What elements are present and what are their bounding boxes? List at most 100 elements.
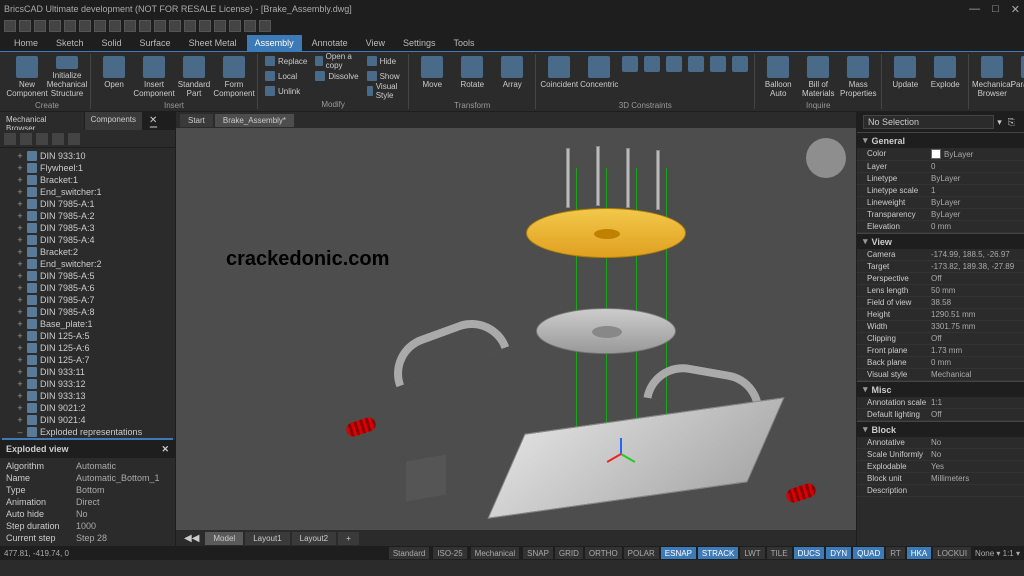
tree-item[interactable]: +End_switcher:1 bbox=[2, 186, 173, 198]
qat-button-11[interactable] bbox=[169, 20, 181, 32]
ribbon-open-a-copy-button[interactable]: Open a copy bbox=[312, 54, 361, 68]
ribbon-coincident-button[interactable]: Coincident bbox=[540, 54, 578, 100]
tree-item[interactable]: +Bracket:1 bbox=[2, 174, 173, 186]
ribbon-tab-sheet-metal[interactable]: Sheet Metal bbox=[181, 35, 245, 51]
layout-tab-model[interactable]: Model bbox=[205, 532, 243, 545]
status-mechanical[interactable]: Mechanical bbox=[471, 547, 519, 559]
toolbar-btn-2[interactable] bbox=[20, 133, 32, 145]
ribbon-tab-solid[interactable]: Solid bbox=[94, 35, 130, 51]
tree-item[interactable]: +DIN 7985-A:6 bbox=[2, 282, 173, 294]
axis-gizmo-icon[interactable] bbox=[606, 438, 636, 468]
selection-dropdown[interactable]: No Selection bbox=[863, 115, 994, 129]
close-icon[interactable]: ✕ bbox=[161, 444, 169, 455]
property-row[interactable]: Block unitMillimeters bbox=[857, 473, 1024, 485]
status-tail[interactable]: None ▾ 1:1 ▾ bbox=[975, 549, 1020, 558]
ribbon-bill-of-button[interactable]: Bill ofMaterials bbox=[799, 54, 837, 100]
property-row[interactable]: AlgorithmAutomatic bbox=[2, 460, 173, 472]
toggle-quad[interactable]: QUAD bbox=[853, 547, 884, 559]
toggle-grid[interactable]: GRID bbox=[555, 547, 583, 559]
ribbon-initialize-mechanical-button[interactable]: Initialize MechanicalStructure bbox=[48, 54, 86, 100]
qat-button-15[interactable] bbox=[229, 20, 241, 32]
toolbar-btn-3[interactable] bbox=[36, 133, 48, 145]
ribbon-standard-button[interactable]: StandardPart bbox=[175, 54, 213, 100]
qat-button-5[interactable] bbox=[79, 20, 91, 32]
property-row[interactable]: Elevation0 mm bbox=[857, 221, 1024, 233]
section-header[interactable]: ▾Block bbox=[857, 422, 1024, 437]
ribbon-tab-surface[interactable]: Surface bbox=[132, 35, 179, 51]
property-row[interactable]: ClippingOff bbox=[857, 333, 1024, 345]
qat-button-12[interactable] bbox=[184, 20, 196, 32]
close-button[interactable]: ✕ bbox=[1011, 3, 1020, 16]
property-row[interactable]: Target-173.82, 189.38, -27.89 bbox=[857, 261, 1024, 273]
tree-item[interactable]: +Bracket:2 bbox=[2, 246, 173, 258]
add-layout-button[interactable]: + bbox=[338, 532, 359, 545]
ribbon-mechanical-button[interactable]: MechanicalBrowser bbox=[973, 54, 1011, 100]
property-row[interactable]: Annotation scale1:1 bbox=[857, 397, 1024, 409]
qat-button-17[interactable] bbox=[259, 20, 271, 32]
property-row[interactable]: TransparencyByLayer bbox=[857, 209, 1024, 221]
ribbon-balloon-button[interactable]: BalloonAuto bbox=[759, 54, 797, 100]
ribbon-new-button[interactable]: NewComponent bbox=[8, 54, 46, 100]
qat-button-2[interactable] bbox=[34, 20, 46, 32]
status-standard[interactable]: Standard bbox=[389, 547, 429, 559]
property-row[interactable]: LinetypeByLayer bbox=[857, 173, 1024, 185]
start-tab[interactable]: Start bbox=[180, 114, 213, 127]
qat-button-3[interactable] bbox=[49, 20, 61, 32]
tree-item[interactable]: +DIN 933:13 bbox=[2, 390, 173, 402]
ribbon-rotate-button[interactable]: Rotate bbox=[453, 54, 491, 100]
tree-item[interactable]: +End_switcher:2 bbox=[2, 258, 173, 270]
toggle-ortho[interactable]: ORTHO bbox=[585, 547, 622, 559]
tree-item[interactable]: +DIN 9021:4 bbox=[2, 414, 173, 426]
ribbon-tab-view[interactable]: View bbox=[358, 35, 393, 51]
ribbon-concentric-button[interactable]: Concentric bbox=[580, 54, 618, 100]
property-row[interactable]: TypeBottom bbox=[2, 484, 173, 496]
toggle-hka[interactable]: HKA bbox=[907, 547, 931, 559]
ribbon-array-button[interactable]: Array bbox=[493, 54, 531, 100]
exploded-view-header[interactable]: Exploded view ✕ bbox=[0, 441, 175, 458]
property-row[interactable]: Visual styleMechanical bbox=[857, 369, 1024, 381]
qat-button-6[interactable] bbox=[94, 20, 106, 32]
toggle-dyn[interactable]: DYN bbox=[826, 547, 851, 559]
tree-item[interactable]: +Flywheel:1 bbox=[2, 162, 173, 174]
property-row[interactable]: NameAutomatic_Bottom_1 bbox=[2, 472, 173, 484]
property-row[interactable]: AnnotativeNo bbox=[857, 437, 1024, 449]
panel-close-icon[interactable]: ✕ ☰ bbox=[143, 112, 175, 130]
toggle-rt[interactable]: RT bbox=[886, 547, 905, 559]
property-row[interactable]: Current stepStep 28 bbox=[2, 532, 173, 544]
layout-tab-layout1[interactable]: Layout1 bbox=[245, 532, 289, 545]
property-row[interactable]: Back plane0 mm bbox=[857, 357, 1024, 369]
property-row[interactable]: Auto hideNo bbox=[2, 508, 173, 520]
property-row[interactable]: Lens length50 mm bbox=[857, 285, 1024, 297]
ribbon-local-button[interactable]: Local bbox=[262, 69, 310, 83]
qat-button-13[interactable] bbox=[199, 20, 211, 32]
tree-item[interactable]: +Base_plate:1 bbox=[2, 318, 173, 330]
qat-button-4[interactable] bbox=[64, 20, 76, 32]
property-row[interactable]: Layer0 bbox=[857, 161, 1024, 173]
qat-button-7[interactable] bbox=[109, 20, 121, 32]
section-header[interactable]: ▾View bbox=[857, 234, 1024, 249]
ribbon-replace-button[interactable]: Replace bbox=[262, 54, 310, 68]
qat-button-9[interactable] bbox=[139, 20, 151, 32]
constraint-button-4[interactable] bbox=[708, 54, 728, 100]
property-row[interactable]: Camera-174.99, 188.5, -26.97 bbox=[857, 249, 1024, 261]
property-row[interactable]: Height1290.51 mm bbox=[857, 309, 1024, 321]
drawing-canvas[interactable]: crackedonic.com bbox=[176, 128, 856, 530]
property-row[interactable]: Default lightingOff bbox=[857, 409, 1024, 421]
pin-icon[interactable]: ⎘ bbox=[1005, 117, 1018, 128]
property-row[interactable]: PerspectiveOff bbox=[857, 273, 1024, 285]
ribbon-unlink-button[interactable]: Unlink bbox=[262, 84, 310, 98]
tree-item[interactable]: +DIN 9021:2 bbox=[2, 402, 173, 414]
tree-item[interactable]: +DIN 7985-A:8 bbox=[2, 306, 173, 318]
layout-tab-layout2[interactable]: Layout2 bbox=[292, 532, 336, 545]
ribbon-tab-home[interactable]: Home bbox=[6, 35, 46, 51]
qat-button-10[interactable] bbox=[154, 20, 166, 32]
tree-item[interactable]: +DIN 933:10 bbox=[2, 150, 173, 162]
property-row[interactable]: Step duration1000 bbox=[2, 520, 173, 532]
ribbon-move-button[interactable]: Move bbox=[413, 54, 451, 100]
panel-tab-mechanical-browser[interactable]: Mechanical Browser bbox=[0, 112, 85, 130]
tree-item[interactable]: +DIN 7985-A:1 bbox=[2, 198, 173, 210]
property-row[interactable]: Field of view38.58 bbox=[857, 297, 1024, 309]
qat-button-14[interactable] bbox=[214, 20, 226, 32]
ribbon-tab-tools[interactable]: Tools bbox=[446, 35, 483, 51]
toggle-tile[interactable]: TILE bbox=[767, 547, 792, 559]
